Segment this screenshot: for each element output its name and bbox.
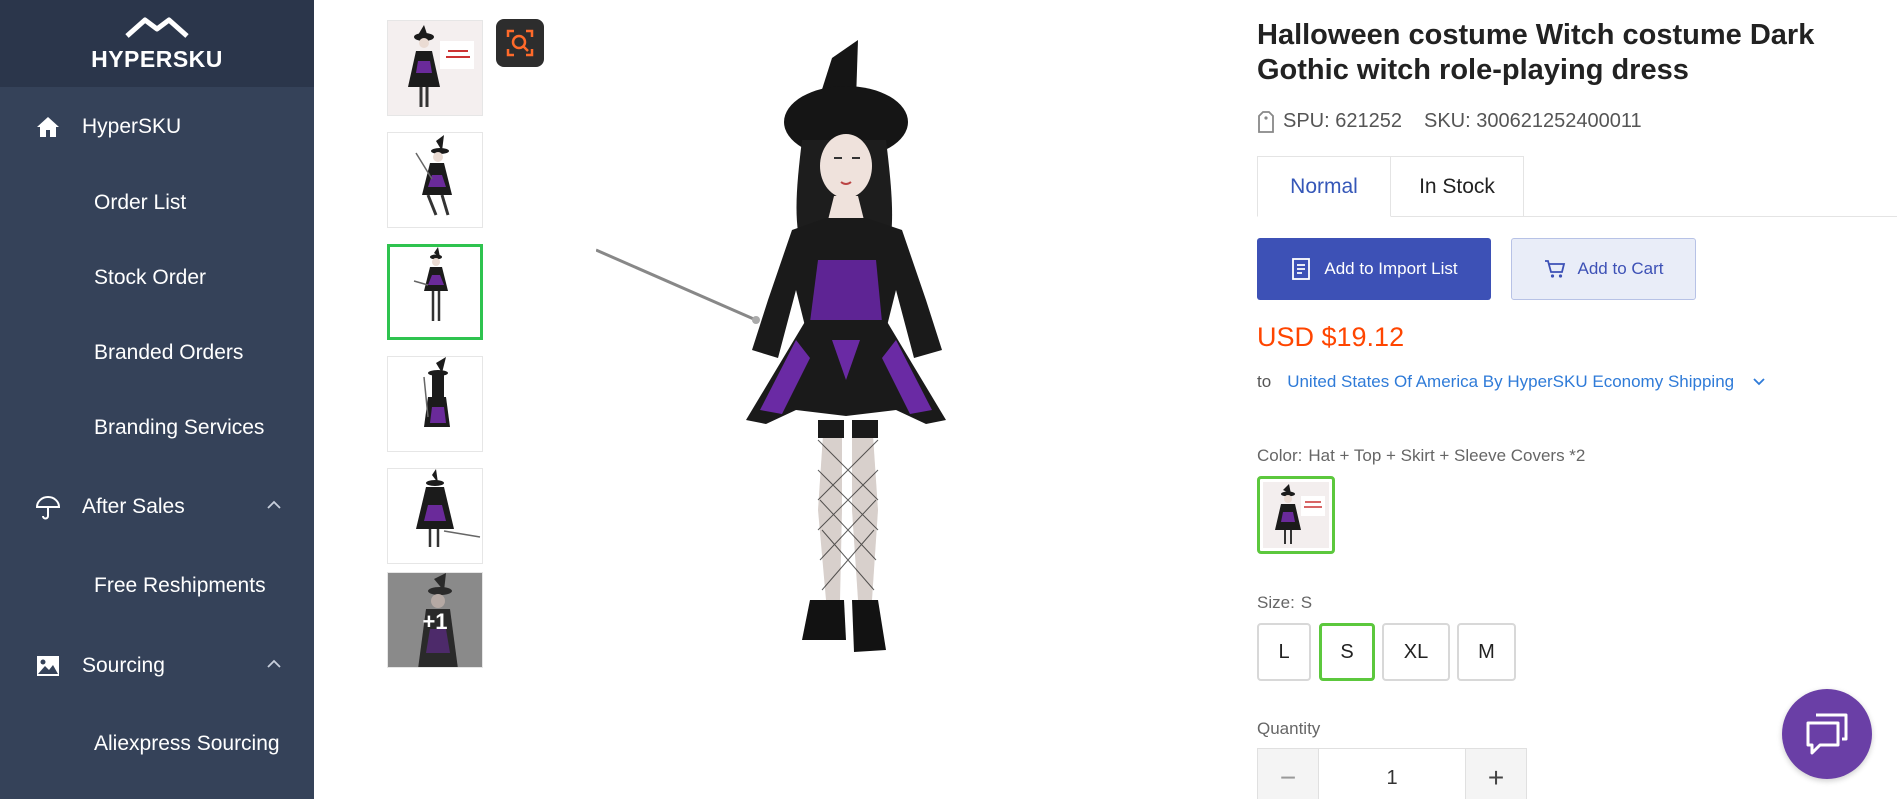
image-icon <box>34 652 62 680</box>
size-option-l[interactable]: L <box>1257 623 1311 681</box>
sidebar-item-branded-orders[interactable]: Branded Orders <box>0 323 314 383</box>
add-to-cart-button[interactable]: Add to Cart <box>1511 238 1696 300</box>
tab-normal[interactable]: Normal <box>1257 156 1391 217</box>
witch-costume-main-image <box>595 40 946 652</box>
thumbnail-5[interactable] <box>387 468 483 564</box>
witch-costume-thumbnail-image <box>390 247 480 337</box>
sidebar-item-label: Aliexpress Sourcing <box>94 732 280 755</box>
sidebar-item-after-sales[interactable]: After Sales <box>0 477 314 537</box>
zoom-search-icon <box>506 29 534 57</box>
sidebar-item-hypersku[interactable]: HyperSKU <box>0 97 314 157</box>
thumbnail-more[interactable]: +1 <box>387 572 483 668</box>
product-price: USD $19.12 <box>1257 322 1405 352</box>
tab-in-stock[interactable]: In Stock <box>1391 156 1524 217</box>
witch-costume-thumbnail-image <box>388 21 482 115</box>
witch-costume-thumbnail-image <box>388 133 482 227</box>
document-list-icon <box>1292 258 1311 280</box>
sidebar-item-label: Free Reshipments <box>94 574 266 597</box>
stock-type-tabs: Normal In Stock <box>1257 156 1897 217</box>
product-detail-panel: Halloween costume Witch costume Dark Got… <box>1257 0 1897 799</box>
quantity-label: Quantity <box>1257 719 1321 738</box>
sidebar-item-label: Stock Order <box>94 266 207 289</box>
shipping-row: to United States Of America By HyperSKU … <box>1257 372 1766 392</box>
sidebar-item-aliexpress-sourcing[interactable]: Aliexpress Sourcing <box>0 714 314 774</box>
color-swatch[interactable] <box>1257 476 1335 554</box>
sidebar-item-label: Branding Services <box>94 416 265 439</box>
quantity-decrease-button[interactable]: − <box>1258 749 1318 799</box>
color-value: Hat + Top + Skirt + Sleeve Covers *2 <box>1308 446 1586 465</box>
product-title: Halloween costume Witch costume Dark Got… <box>1257 19 1815 86</box>
quantity-input[interactable]: 1 <box>1318 749 1466 799</box>
thumbnail-3[interactable] <box>387 244 483 340</box>
size-value: S <box>1300 593 1313 612</box>
add-to-import-list-button[interactable]: Add to Import List <box>1257 238 1491 300</box>
size-option-xl[interactable]: XL <box>1382 623 1450 681</box>
size-option-m[interactable]: M <box>1457 623 1516 681</box>
home-icon <box>34 113 62 141</box>
thumbnail-2[interactable] <box>387 132 483 228</box>
witch-costume-thumbnail-image <box>388 357 482 451</box>
main-product-image[interactable] <box>595 40 1036 780</box>
quantity-increase-button[interactable]: + <box>1466 749 1526 799</box>
chevron-up-icon <box>267 500 281 509</box>
sidebar-item-label: Order List <box>94 191 187 214</box>
ship-to-label: to <box>1257 372 1272 391</box>
size-option-s[interactable]: S <box>1319 623 1375 681</box>
chat-bubbles-icon <box>1806 713 1848 755</box>
quantity-stepper: − 1 + <box>1257 748 1527 799</box>
sku-text: SKU: 300621252400011 <box>1423 110 1642 132</box>
size-label: Size: <box>1257 593 1295 612</box>
thumbnail-4[interactable] <box>387 356 483 452</box>
sidebar-item-stock-order[interactable]: Stock Order <box>0 248 314 308</box>
chevron-up-icon <box>267 659 281 668</box>
add-to-cart-label: Add to Cart <box>1577 259 1664 278</box>
sidebar-item-free-reshipments[interactable]: Free Reshipments <box>0 556 314 616</box>
color-row: Color: Hat + Top + Skirt + Sleeve Covers … <box>1257 446 1585 466</box>
add-to-import-list-label: Add to Import List <box>1324 259 1458 278</box>
sidebar-item-label: HyperSKU <box>82 115 182 138</box>
umbrella-icon <box>34 493 62 521</box>
more-images-count: +1 <box>422 609 448 634</box>
color-label: Color: <box>1257 446 1303 465</box>
witch-costume-thumbnail-image <box>388 469 482 563</box>
sidebar-item-sourcing[interactable]: Sourcing <box>0 636 314 696</box>
sidebar-item-label: Sourcing <box>82 654 165 677</box>
image-search-button[interactable] <box>496 19 544 67</box>
price-tag-icon <box>1258 110 1274 133</box>
sidebar: HYPERSKU HyperSKU Order List Stock Order… <box>0 0 314 799</box>
logo-mark-icon <box>125 17 189 38</box>
sidebar-item-label: Branded Orders <box>94 341 244 364</box>
product-ids: SPU: 621252 SKU: 300621252400011 <box>1257 110 1642 133</box>
chevron-down-icon[interactable] <box>1752 377 1766 387</box>
thumbnail-1[interactable] <box>387 20 483 116</box>
cart-icon <box>1544 260 1565 278</box>
shipping-method-select[interactable]: United States Of America By HyperSKU Eco… <box>1287 372 1734 392</box>
spu-text: SPU: 621252 <box>1283 110 1402 132</box>
sidebar-item-label: After Sales <box>82 495 185 518</box>
logo-text: HYPERSKU <box>91 46 223 72</box>
size-row: Size: S <box>1257 593 1312 613</box>
color-swatch-image <box>1263 482 1329 548</box>
sidebar-item-branding-services[interactable]: Branding Services <box>0 398 314 458</box>
sidebar-item-order-list[interactable]: Order List <box>0 173 314 233</box>
chat-button[interactable] <box>1782 689 1872 779</box>
logo[interactable]: HYPERSKU <box>0 0 314 87</box>
